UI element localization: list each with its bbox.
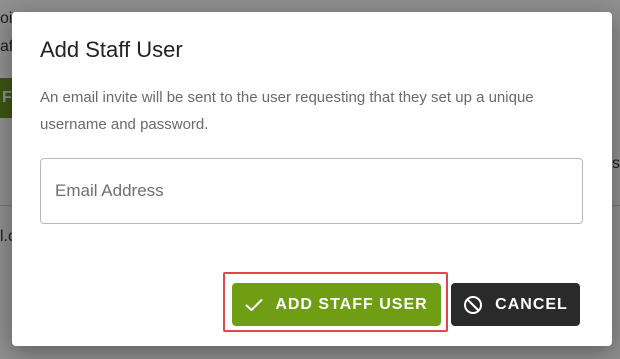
add-staff-user-label: ADD STAFF USER: [275, 295, 428, 313]
cancel-label: CANCEL: [495, 295, 568, 313]
add-staff-user-button[interactable]: ADD STAFF USER: [232, 283, 441, 326]
dialog-description: An email invite will be sent to the user…: [40, 89, 534, 133]
checkmark-icon: [245, 298, 263, 312]
cancel-button[interactable]: CANCEL: [451, 283, 580, 326]
dialog-title: Add Staff User: [40, 37, 183, 62]
email-address-input[interactable]: [40, 158, 583, 224]
ban-icon: [463, 295, 483, 315]
